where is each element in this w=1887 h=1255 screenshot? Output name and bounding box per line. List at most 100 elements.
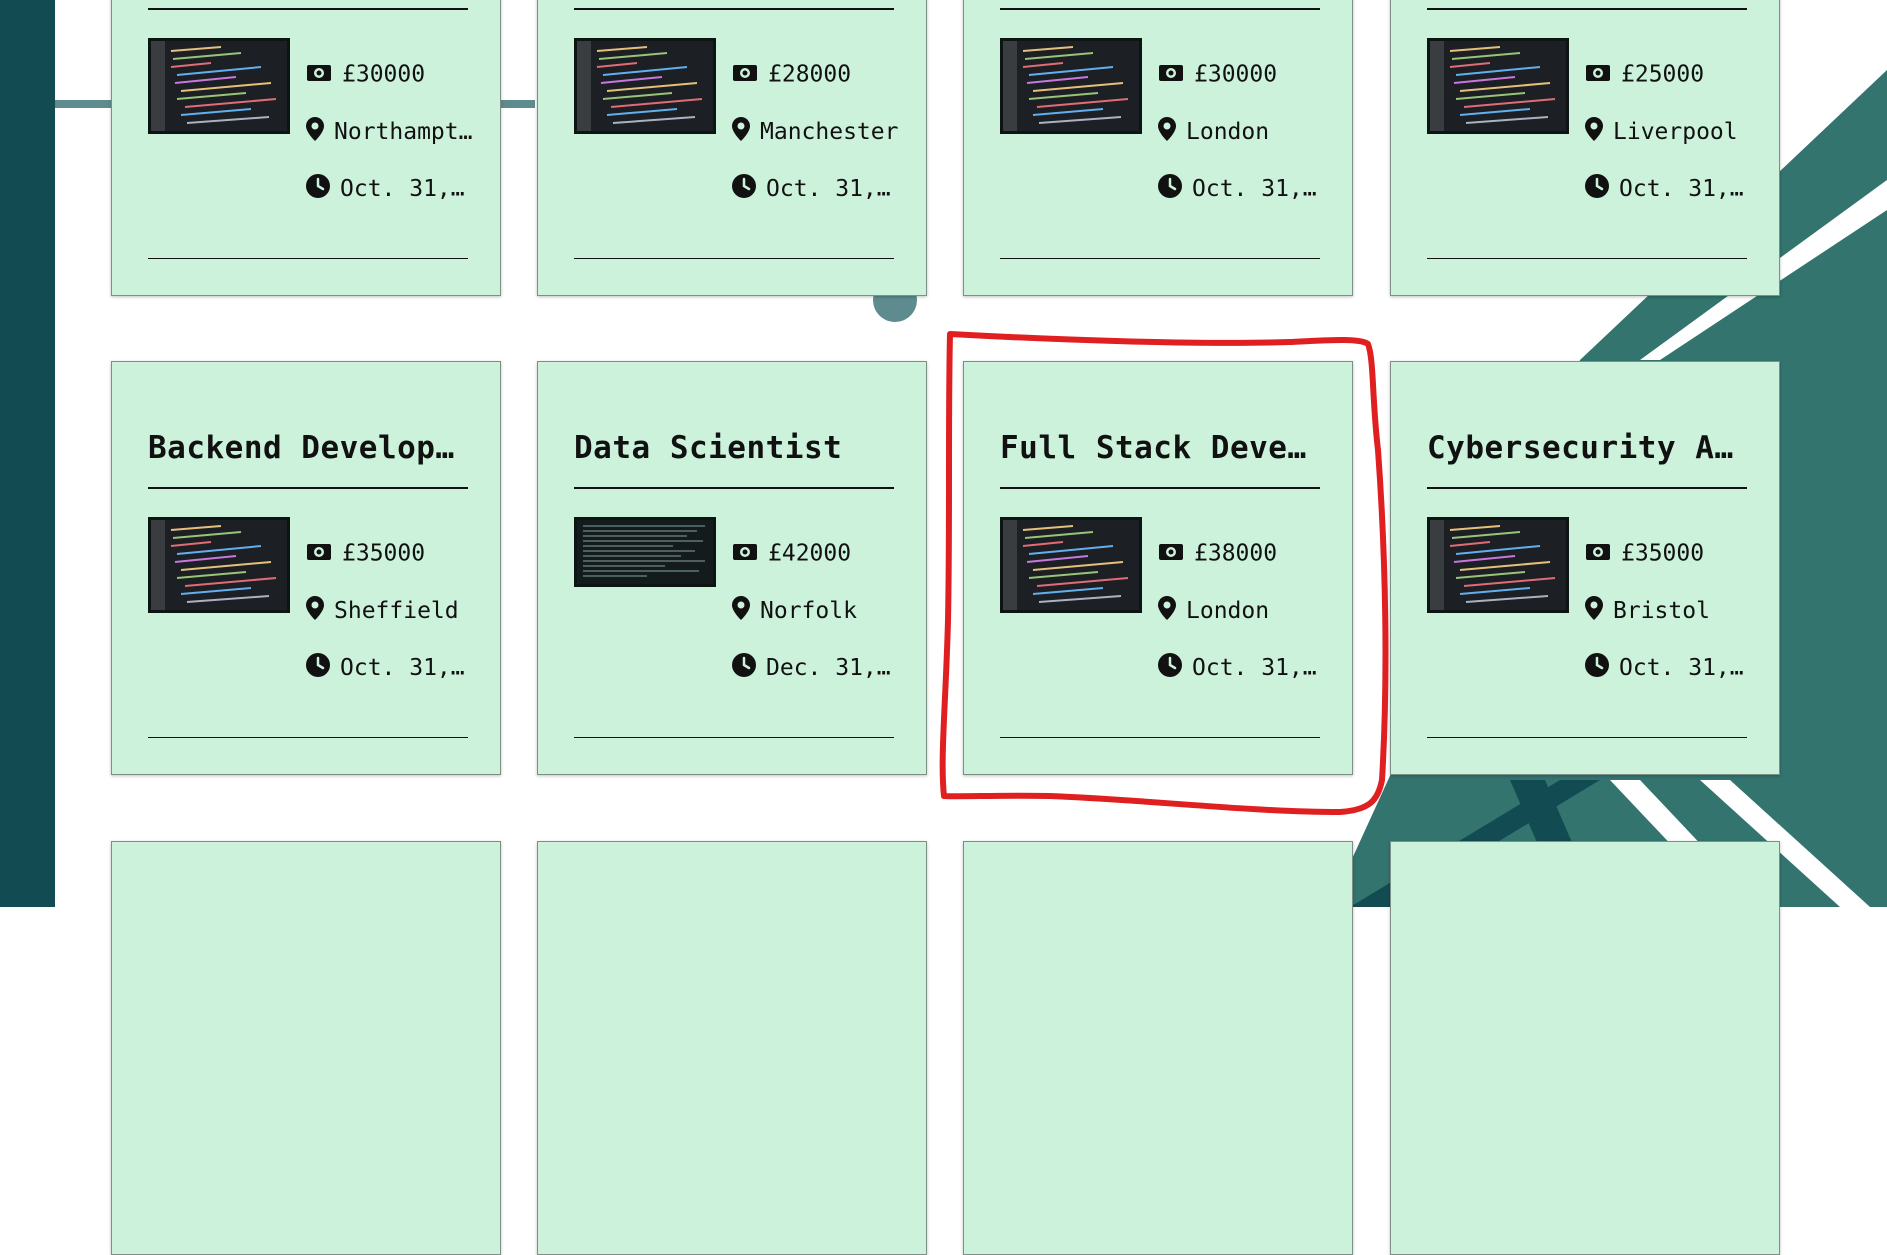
card-divider [1427,487,1747,489]
card-divider [148,8,468,10]
job-thumbnail [1427,38,1569,134]
money-icon [732,541,758,567]
job-card[interactable]: £30000 Northampt… Oct. 31, … [111,0,501,296]
date-row: Oct. 31, … [732,174,904,204]
job-card[interactable] [963,841,1353,1255]
date-row: Oct. 31, … [306,174,478,204]
job-thumbnail [148,38,290,134]
location-pin-icon [306,596,324,626]
clock-icon [1158,174,1182,204]
location-row: Manchester [732,117,904,147]
job-card[interactable] [537,841,927,1255]
location-text: Manchester [760,119,899,145]
location-pin-icon [1158,596,1176,626]
location-pin-icon [1585,596,1603,626]
date-row: Oct. 31, … [1585,653,1757,683]
card-divider [574,8,894,10]
location-row: Sheffield [306,596,478,626]
money-icon [732,62,758,88]
job-card[interactable]: Data Scientist £42000 Norfolk Dec. 31, … [537,361,927,775]
date-row: Dec. 31, … [732,653,904,683]
salary-row: £38000 [1158,540,1330,567]
salary-row: £25000 [1585,61,1757,88]
salary-text: £35000 [342,540,426,567]
date-text: Oct. 31, … [1192,655,1330,681]
clock-icon [306,653,330,683]
job-title[interactable]: Cybersecurity An… [1427,430,1747,466]
card-divider [574,737,894,738]
location-row: London [1158,117,1330,147]
date-text: Dec. 31, … [766,655,904,681]
job-card[interactable]: £30000 London Oct. 31, … [963,0,1353,296]
salary-text: £42000 [768,540,852,567]
money-icon [1585,541,1611,567]
job-card[interactable]: Full Stack Devel… £38000 London Oct. 31,… [963,361,1353,775]
card-divider [1000,258,1320,259]
money-icon [306,62,332,88]
salary-row: £42000 [732,540,904,567]
date-text: Oct. 31, … [340,176,478,202]
job-title[interactable]: Data Scientist [574,430,894,466]
salary-row: £30000 [306,61,478,88]
salary-row: £28000 [732,61,904,88]
date-row: Oct. 31, … [1585,174,1757,204]
card-divider [1000,737,1320,738]
location-text: Liverpool [1613,119,1738,145]
card-divider [148,487,468,489]
date-text: Oct. 31, … [1619,655,1757,681]
job-card[interactable]: Backend Developer £35000 Sheffield Oct. … [111,361,501,775]
job-card[interactable]: £28000 Manchester Oct. 31, … [537,0,927,296]
date-text: Oct. 31, … [1192,176,1330,202]
card-divider [1427,8,1747,10]
location-row: London [1158,596,1330,626]
money-icon [1158,62,1184,88]
location-text: Sheffield [334,598,459,624]
money-icon [1585,62,1611,88]
location-pin-icon [1585,117,1603,147]
location-text: Northampt… [334,119,473,145]
job-card[interactable]: Cybersecurity An… £35000 Bristol Oct. 31… [1390,361,1780,775]
salary-text: £30000 [342,61,426,88]
job-thumbnail [148,517,290,613]
money-icon [1158,541,1184,567]
date-text: Oct. 31, … [340,655,478,681]
salary-text: £35000 [1621,540,1705,567]
date-text: Oct. 31, … [766,176,904,202]
job-thumbnail [574,517,716,587]
clock-icon [1585,653,1609,683]
card-divider [1000,487,1320,489]
location-row: Norfolk [732,596,904,626]
card-divider [1000,8,1320,10]
clock-icon [1158,653,1182,683]
job-title[interactable]: Backend Developer [148,430,468,466]
location-row: Bristol [1585,596,1757,626]
card-divider [1427,737,1747,738]
card-divider [574,487,894,489]
date-row: Oct. 31, … [306,653,478,683]
location-row: Northampt… [306,117,478,147]
clock-icon [732,174,756,204]
clock-icon [1585,174,1609,204]
location-pin-icon [1158,117,1176,147]
card-divider [1427,258,1747,259]
salary-text: £25000 [1621,61,1705,88]
job-card[interactable] [1390,841,1780,1255]
location-text: London [1186,119,1270,145]
money-icon [306,541,332,567]
card-divider [574,258,894,259]
location-row: Liverpool [1585,117,1757,147]
job-card[interactable]: £25000 Liverpool Oct. 31, … [1390,0,1780,296]
salary-row: £35000 [306,540,478,567]
job-thumbnail [1427,517,1569,613]
job-card[interactable] [111,841,501,1255]
location-pin-icon [732,596,750,626]
salary-row: £30000 [1158,61,1330,88]
job-thumbnail [574,38,716,134]
card-divider [148,258,468,259]
clock-icon [732,653,756,683]
job-title[interactable]: Full Stack Devel… [1000,430,1320,466]
date-row: Oct. 31, … [1158,653,1330,683]
location-text: Norfolk [760,598,857,624]
job-thumbnail [1000,38,1142,134]
date-text: Oct. 31, … [1619,176,1757,202]
